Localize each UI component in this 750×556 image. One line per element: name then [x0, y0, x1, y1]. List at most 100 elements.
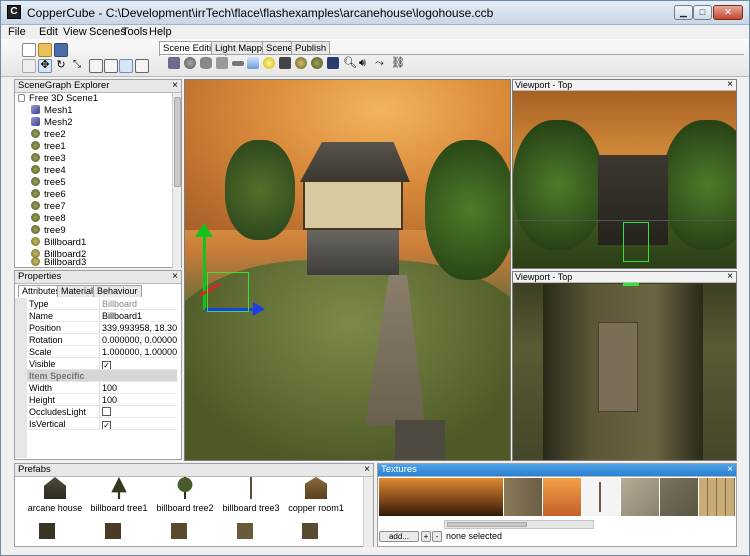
add-particle-icon[interactable] [311, 57, 323, 69]
room-icon[interactable] [237, 523, 253, 539]
path-icon[interactable]: ⤳ [375, 57, 387, 69]
plus-icon[interactable]: + [421, 531, 431, 542]
prefab-billboard-tree1[interactable]: billboard tree1 [85, 477, 153, 513]
textures-close-icon[interactable]: × [727, 464, 733, 476]
prop-row-is-vertical[interactable]: IsVertical ✓ [15, 418, 177, 430]
scenegraph-close-icon[interactable]: × [172, 80, 178, 92]
prop-row-width[interactable]: Width 100 [15, 382, 177, 394]
prop-row-position[interactable]: Position339.993958, 18.305098 [15, 322, 177, 334]
scenegraph-scrollbar[interactable] [172, 93, 181, 268]
zoom-icon[interactable]: 🔍︎ [343, 57, 357, 69]
view-side-icon[interactable] [135, 59, 149, 73]
gizmo-x-arrow-icon[interactable] [253, 302, 265, 316]
scale-tool-icon[interactable]: ⤡ [70, 59, 84, 73]
prop-row-visible[interactable]: Visible ✓ [15, 358, 177, 370]
save-icon[interactable] [54, 43, 68, 57]
gizmo-y-arrow-icon[interactable] [195, 223, 213, 237]
menu-view[interactable]: View [63, 26, 87, 38]
list-item[interactable]: Billboard3 [31, 257, 86, 268]
visible-checkbox[interactable]: ✓ [102, 361, 111, 369]
texture-wood-thumbnail[interactable] [504, 478, 542, 516]
viewport-top-1-close-icon[interactable]: × [727, 80, 733, 90]
new-file-icon[interactable] [22, 43, 36, 57]
add-cylinder-icon[interactable] [200, 57, 212, 69]
add-billboard-icon[interactable] [295, 57, 307, 69]
list-item[interactable]: tree5 [31, 177, 66, 189]
menu-file[interactable]: File [8, 26, 26, 38]
prefab-billboard-tree3[interactable]: billboard tree3 [217, 477, 285, 513]
maximize-button[interactable]: □ [693, 5, 712, 20]
add-plane-icon[interactable] [232, 61, 244, 66]
add-3d-text-icon[interactable] [327, 57, 339, 69]
rotate-tool-icon[interactable]: ↻ [54, 59, 68, 73]
texture-sunset-thumbnail[interactable] [543, 478, 581, 516]
scrollbar-thumb[interactable] [447, 522, 527, 527]
prefab-arcane-house[interactable]: arcane house [21, 477, 89, 513]
tab-behaviour[interactable]: Behaviour [93, 285, 142, 297]
prefabs-close-icon[interactable]: × [364, 464, 370, 476]
link-icon[interactable]: ⛓︎ [391, 57, 405, 69]
is-vertical-checkbox[interactable]: ✓ [102, 421, 111, 429]
list-item[interactable]: Mesh2 [31, 117, 73, 129]
title-bar[interactable]: C CopperCube - C:\Development\irrTech\fl… [1, 1, 749, 25]
prefabs-scrollbar[interactable] [363, 477, 373, 547]
list-item[interactable]: Billboard1 [31, 237, 86, 249]
close-button[interactable]: ✕ [713, 5, 743, 20]
prop-row-height[interactable]: Height 100 [15, 394, 177, 406]
tab-publish[interactable]: Publish [291, 41, 331, 55]
viewport-top-2[interactable]: Viewport - Top × [512, 271, 737, 461]
list-item[interactable]: tree8 [31, 213, 66, 225]
prefab-copper-room1[interactable]: copper room1 [282, 477, 350, 513]
minus-icon[interactable]: - [432, 531, 442, 542]
list-item[interactable]: tree7 [31, 201, 66, 213]
move-tool-icon[interactable]: ✥ [38, 59, 52, 73]
scrollbar-thumb[interactable] [174, 97, 181, 187]
select-tool-icon[interactable] [22, 59, 36, 73]
list-item[interactable]: tree4 [31, 165, 66, 177]
add-terrain-icon[interactable] [216, 57, 228, 69]
menu-scenes[interactable]: Scenes [89, 26, 126, 38]
properties-close-icon[interactable]: × [172, 271, 178, 283]
menu-edit[interactable]: Edit [39, 26, 58, 38]
prop-row-type[interactable]: Type Billboard [15, 298, 177, 310]
viewport-top-2-close-icon[interactable]: × [727, 272, 733, 282]
menu-help[interactable]: Help [149, 26, 172, 38]
viewport-top-1[interactable]: Viewport - Top × [512, 79, 737, 269]
add-camera-icon[interactable] [279, 57, 291, 69]
view-front-icon[interactable] [104, 59, 118, 73]
room-icon[interactable] [302, 523, 318, 539]
prop-row-occludes-light[interactable]: OccludesLight [15, 406, 177, 418]
view-perspective-icon[interactable] [89, 59, 103, 73]
prop-row-name[interactable]: Name Billboard1 [15, 310, 177, 322]
prop-row-rotation[interactable]: Rotation0.000000, 0.000000, 0. [15, 334, 177, 346]
list-item[interactable]: tree9 [31, 225, 66, 237]
list-item[interactable]: tree3 [31, 153, 66, 165]
gizmo-y-axis[interactable] [203, 230, 206, 310]
sound-icon[interactable]: 🔊︎ [359, 57, 371, 69]
add-texture-button[interactable]: add... [379, 531, 419, 542]
room-icon[interactable] [105, 523, 121, 539]
tree-root[interactable]: Free 3D Scene1 [18, 93, 98, 105]
texture-stone-thumbnail[interactable] [621, 478, 659, 516]
list-item[interactable]: Mesh1 [31, 105, 73, 117]
room-icon[interactable] [171, 523, 187, 539]
texture-brick-thumbnail[interactable] [699, 478, 735, 516]
list-item[interactable]: tree6 [31, 189, 66, 201]
main-3d-viewport[interactable] [184, 79, 511, 461]
minimize-button[interactable]: ▁ [674, 5, 693, 20]
add-sphere-icon[interactable] [184, 57, 196, 69]
textures-scrollbar[interactable] [444, 520, 594, 529]
occludes-light-checkbox[interactable] [102, 407, 111, 416]
texture-bare-tree-thumbnail[interactable] [582, 478, 620, 516]
add-light-icon[interactable] [263, 57, 275, 69]
house-icon[interactable] [39, 523, 55, 539]
list-item[interactable]: tree2 [31, 129, 66, 141]
add-cube-icon[interactable] [168, 57, 180, 69]
texture-sky-thumbnail[interactable] [379, 478, 503, 516]
section-item-specific[interactable]: ⊟ Item Specific [15, 370, 177, 382]
texture-rock-thumbnail[interactable] [660, 478, 698, 516]
menu-tools[interactable]: Tools [122, 26, 148, 38]
open-folder-icon[interactable] [38, 43, 52, 57]
list-item[interactable]: tree1 [31, 141, 66, 153]
prefab-billboard-tree2[interactable]: billboard tree2 [151, 477, 219, 513]
